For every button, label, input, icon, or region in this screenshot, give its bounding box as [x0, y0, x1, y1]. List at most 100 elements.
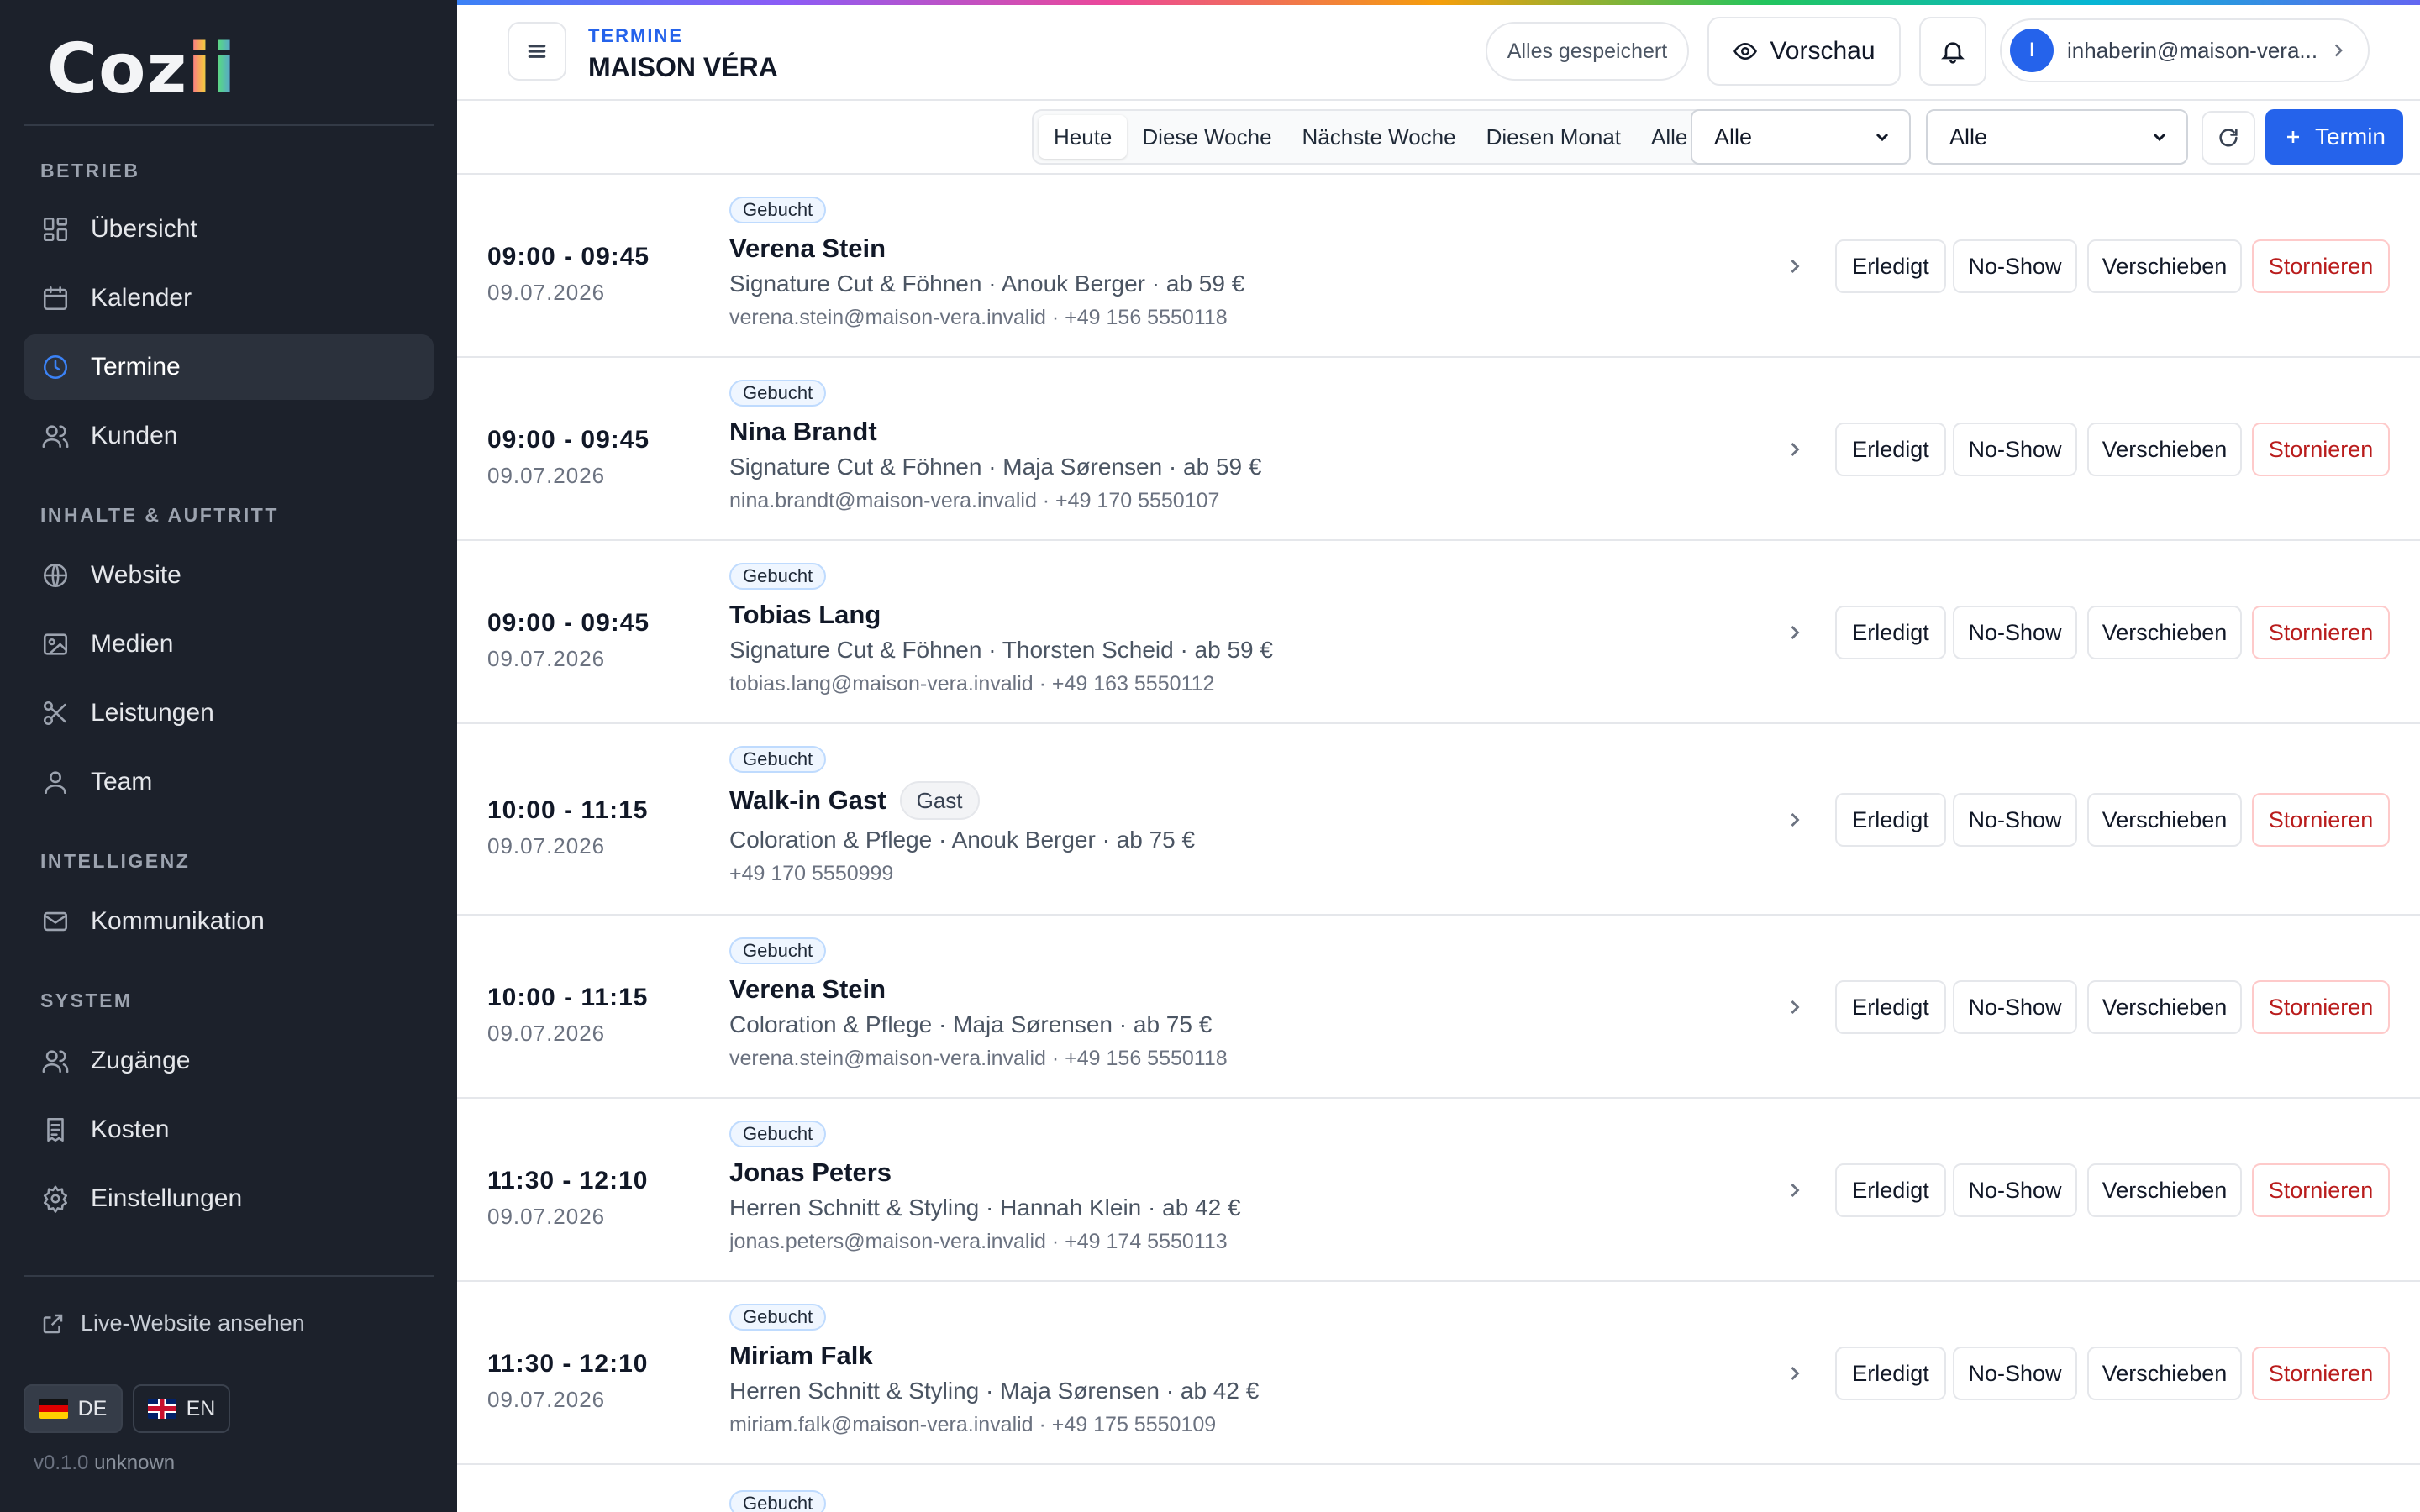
sidebar-item-label: Zugänge	[91, 1047, 191, 1074]
cozii-logo[interactable]: Cozii	[47, 32, 236, 108]
appointment-row[interactable]: 10:00 - 11:15 09.07.2026 Gebucht Verena Ste…	[457, 916, 2420, 1099]
sidebar-item-label: Kosten	[91, 1116, 170, 1143]
done-button[interactable]: Erledigt	[1835, 423, 1946, 476]
language-code: EN	[186, 1396, 216, 1420]
customer-name[interactable]: Walk-in Gast Gast	[729, 781, 980, 820]
reschedule-button[interactable]: Verschieben	[2087, 1347, 2242, 1400]
done-button[interactable]: Erledigt	[1835, 1163, 1946, 1217]
customer-name[interactable]: Verena Stein	[729, 974, 886, 1005]
image-icon	[40, 629, 71, 659]
sidebar-item-medien[interactable]: Medien	[24, 612, 434, 677]
tab-naechste-woche[interactable]: Nächste Woche	[1287, 115, 1471, 159]
users-icon	[40, 421, 71, 451]
new-appointment-button[interactable]: Termin	[2265, 109, 2403, 165]
done-button[interactable]: Erledigt	[1835, 793, 1946, 847]
sidebar-item-kosten[interactable]: Kosten	[24, 1097, 434, 1163]
preview-button[interactable]: Vorschau	[1707, 17, 1901, 86]
filter-select-one[interactable]: Alle	[1691, 109, 1911, 165]
cancel-button[interactable]: Stornieren	[2252, 423, 2390, 476]
user-icon	[40, 767, 71, 797]
appointment-row[interactable]: 11:30 - 12:10 09.07.2026 Gebucht Jonas Pete…	[457, 1099, 2420, 1282]
contact-details: tobias.lang@maison-vera.invalid · +49 16…	[729, 672, 1215, 696]
sidebar-item-label: Team	[91, 768, 153, 795]
chevron-right-icon[interactable]	[1783, 1179, 1807, 1202]
cancel-button[interactable]: Stornieren	[2252, 239, 2390, 293]
no-show-button[interactable]: No-Show	[1953, 1163, 2077, 1217]
filter-select-two[interactable]: Alle	[1926, 109, 2188, 165]
page-title: MAISON VÉRA	[588, 52, 778, 82]
live-website-link[interactable]: Live-Website ansehen	[40, 1310, 305, 1336]
chevron-right-icon[interactable]	[1783, 1362, 1807, 1385]
appointment-time: 11:30 - 12:10	[487, 1350, 649, 1378]
date-range-tabs: Heute Diese Woche Nächste Woche Diesen M…	[1032, 109, 1710, 165]
appointment-row[interactable]: 09:00 - 09:45 09.07.2026 Gebucht Verena Ste…	[457, 175, 2420, 358]
cancel-button[interactable]: Stornieren	[2252, 1163, 2390, 1217]
customer-name-text: Miriam Falk	[729, 1341, 873, 1370]
sidebar-item-website[interactable]: Website	[24, 543, 434, 608]
customer-name[interactable]: Jonas Peters	[729, 1158, 892, 1188]
customer-name[interactable]: Nina Brandt	[729, 417, 877, 447]
appointment-row[interactable]: 11:30 - 12:10 09.07.2026 Gebucht Miriam Fal…	[457, 1282, 2420, 1465]
no-show-button[interactable]: No-Show	[1953, 423, 2077, 476]
contact-details: miriam.falk@maison-vera.invalid · +49 17…	[729, 1413, 1217, 1436]
sidebar-item-einstellungen[interactable]: Einstellungen	[24, 1166, 434, 1231]
save-status-badge: Alles gespeichert	[1486, 22, 1689, 81]
done-button[interactable]: Erledigt	[1835, 1347, 1946, 1400]
select-value: Alle	[1714, 123, 1753, 150]
tab-heute[interactable]: Heute	[1039, 115, 1128, 159]
chevron-right-icon[interactable]	[1783, 995, 1807, 1019]
tab-diese-woche[interactable]: Diese Woche	[1127, 115, 1286, 159]
appointment-row[interactable]: 10:00 - 11:15 09.07.2026 Gebucht Walk-in Ga…	[457, 724, 2420, 916]
chevron-right-icon[interactable]	[1783, 808, 1807, 832]
no-show-button[interactable]: No-Show	[1953, 606, 2077, 659]
language-de-button[interactable]: DE	[24, 1384, 123, 1433]
reschedule-button[interactable]: Verschieben	[2087, 1163, 2242, 1217]
appointment-row[interactable]: 09:00 - 09:45 09.07.2026 Gebucht Tobias Lan…	[457, 541, 2420, 724]
no-show-button[interactable]: No-Show	[1953, 1347, 2077, 1400]
chevron-right-icon[interactable]	[1783, 255, 1807, 278]
user-menu-button[interactable]: I inhaberin@maison-vera....	[2000, 18, 2370, 82]
done-button[interactable]: Erledigt	[1835, 606, 1946, 659]
reschedule-button[interactable]: Verschieben	[2087, 239, 2242, 293]
cancel-button[interactable]: Stornieren	[2252, 606, 2390, 659]
customer-name[interactable]: Miriam Falk	[729, 1341, 873, 1371]
contact-details: +49 170 5550999	[729, 862, 894, 885]
refresh-button[interactable]	[2202, 111, 2255, 165]
no-show-button[interactable]: No-Show	[1953, 980, 2077, 1034]
customer-name[interactable]: Tobias Lang	[729, 600, 881, 630]
menu-toggle-button[interactable]	[508, 22, 566, 81]
language-en-button[interactable]: EN	[133, 1384, 230, 1433]
sidebar-item-termine[interactable]: Termine	[24, 334, 434, 400]
sidebar-item-kommunikation[interactable]: Kommunikation	[24, 889, 434, 954]
reschedule-button[interactable]: Verschieben	[2087, 423, 2242, 476]
sidebar-item-leistungen[interactable]: Leistungen	[24, 680, 434, 746]
sidebar-item-kunden[interactable]: Kunden	[24, 403, 434, 469]
cancel-button[interactable]: Stornieren	[2252, 980, 2390, 1034]
appointment-row[interactable]: Gebucht	[457, 1465, 2420, 1512]
cancel-button[interactable]: Stornieren	[2252, 793, 2390, 847]
reschedule-button[interactable]: Verschieben	[2087, 793, 2242, 847]
sidebar-item-team[interactable]: Team	[24, 749, 434, 815]
appointment-date: 09.07.2026	[487, 463, 606, 488]
sidebar-item-zugaenge[interactable]: Zugänge	[24, 1028, 434, 1094]
no-show-button[interactable]: No-Show	[1953, 793, 2077, 847]
no-show-button[interactable]: No-Show	[1953, 239, 2077, 293]
appointment-row[interactable]: 09:00 - 09:45 09.07.2026 Gebucht Nina Brand…	[457, 358, 2420, 541]
cancel-button[interactable]: Stornieren	[2252, 1347, 2390, 1400]
tab-diesen-monat[interactable]: Diesen Monat	[1471, 115, 1636, 159]
chevron-right-icon[interactable]	[1783, 621, 1807, 644]
service-details: Signature Cut & Föhnen · Maja Sørensen ·…	[729, 454, 1262, 480]
appointment-list: 09:00 - 09:45 09.07.2026 Gebucht Verena Ste…	[457, 175, 2420, 1512]
breadcrumb: TERMINE	[588, 25, 683, 46]
service-details: Herren Schnitt & Styling · Hannah Klein …	[729, 1194, 1241, 1221]
sidebar-item-kalender[interactable]: Kalender	[24, 265, 434, 331]
reschedule-button[interactable]: Verschieben	[2087, 980, 2242, 1034]
appointment-time: 10:00 - 11:15	[487, 796, 649, 824]
chevron-right-icon[interactable]	[1783, 438, 1807, 461]
done-button[interactable]: Erledigt	[1835, 239, 1946, 293]
customer-name[interactable]: Verena Stein	[729, 234, 886, 264]
done-button[interactable]: Erledigt	[1835, 980, 1946, 1034]
sidebar-item-uebersicht[interactable]: Übersicht	[24, 197, 434, 262]
notifications-button[interactable]	[1919, 17, 1986, 86]
reschedule-button[interactable]: Verschieben	[2087, 606, 2242, 659]
